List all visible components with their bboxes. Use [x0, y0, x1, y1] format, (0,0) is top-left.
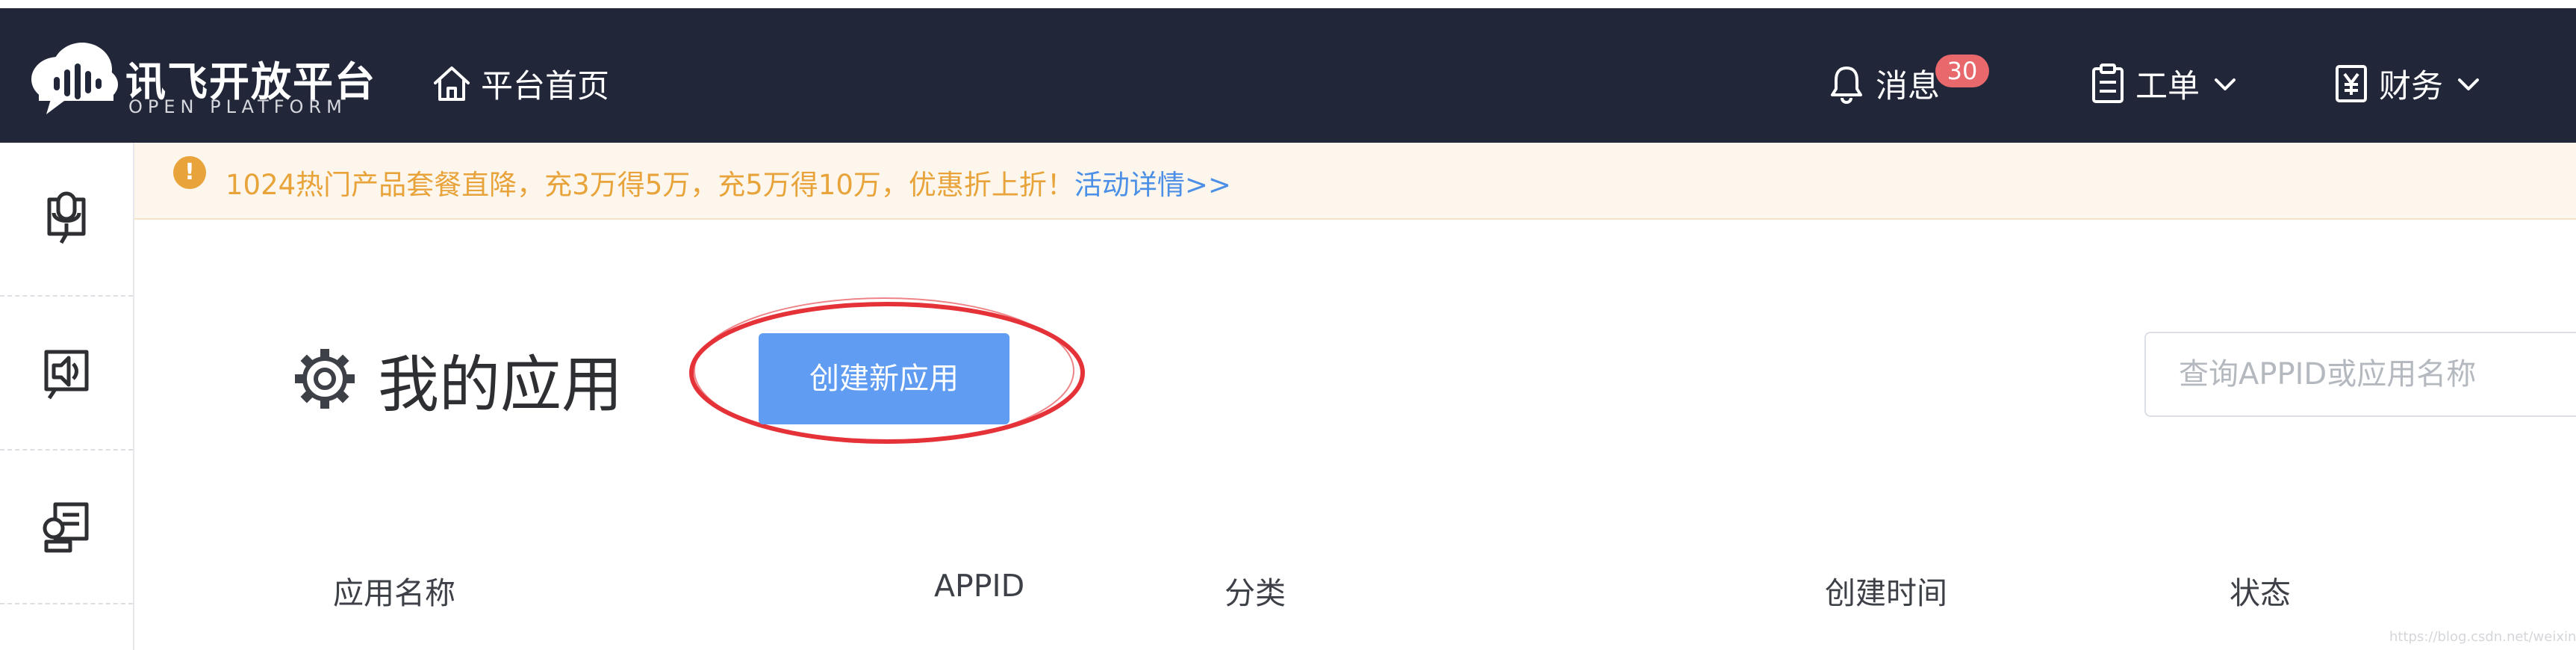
nav-home-label: 平台首页: [481, 68, 609, 105]
nav-messages-label: 消息: [1876, 68, 1940, 105]
create-app-button[interactable]: 创建新应用: [759, 333, 1009, 424]
clipboard-icon: [2092, 64, 2124, 103]
speech-synthesis-icon: [44, 350, 89, 400]
search-input[interactable]: [2144, 332, 2576, 417]
column-header-category: 分类: [1225, 575, 1286, 611]
logo-cloud-icon: [31, 43, 118, 114]
finance-icon: [2336, 65, 2367, 102]
promo-text: 1024热门产品套餐直降，充3万得5万，充5万得10万，优惠折上折！: [225, 169, 1074, 201]
column-header-app-name: 应用名称: [333, 575, 455, 611]
sidebar-item-text-recognition[interactable]: [0, 451, 133, 604]
product-sidebar: [0, 143, 134, 650]
voice-recognition-icon: [47, 191, 86, 244]
chevron-down-icon: [2215, 78, 2236, 90]
sidebar-item-voice-recognition[interactable]: [0, 143, 133, 297]
chevron-down-icon: [2458, 78, 2479, 90]
nav-home-link[interactable]: 平台首页: [432, 58, 609, 110]
column-header-created-time: 创建时间: [1825, 575, 1947, 611]
watermark: https://blog.csdn.net/weixin_43734095: [2389, 629, 2576, 645]
nav-finance-dropdown[interactable]: 财务: [2334, 58, 2483, 110]
page-title: 我的应用: [378, 350, 623, 421]
column-header-appid: APPID: [934, 568, 1025, 604]
home-icon: [434, 66, 470, 101]
bell-icon: [1831, 66, 1862, 104]
nav-messages[interactable]: 消息: [1828, 58, 1940, 110]
promo-details-link[interactable]: 活动详情>>: [1074, 169, 1231, 201]
nav-finance-label: 财务: [2379, 68, 2443, 105]
warning-icon: !: [173, 156, 206, 189]
top-navbar: 讯飞开放平台 OPEN PLATFORM 平台首页 消息 30 工单 财务: [0, 8, 2576, 143]
nav-tickets-dropdown[interactable]: 工单: [2091, 58, 2240, 110]
column-header-status: 状态: [2230, 575, 2291, 611]
promo-notice-text: 1024热门产品套餐直降，充3万得5万，充5万得10万，优惠折上折！活动详情>>: [225, 162, 1231, 202]
gear-icon: [295, 349, 355, 409]
nav-tickets-label: 工单: [2135, 68, 2200, 105]
text-recognition-icon: [43, 502, 89, 553]
promo-notice-bar: ! 1024热门产品套餐直降，充3万得5万，充5万得10万，优惠折上折！活动详情…: [134, 143, 2576, 220]
messages-badge: 30: [1935, 55, 1989, 87]
logo[interactable]: 讯飞开放平台 OPEN PLATFORM: [28, 38, 375, 120]
sidebar-item-speech-synthesis[interactable]: [0, 297, 133, 451]
logo-subtitle: OPEN PLATFORM: [128, 96, 347, 117]
